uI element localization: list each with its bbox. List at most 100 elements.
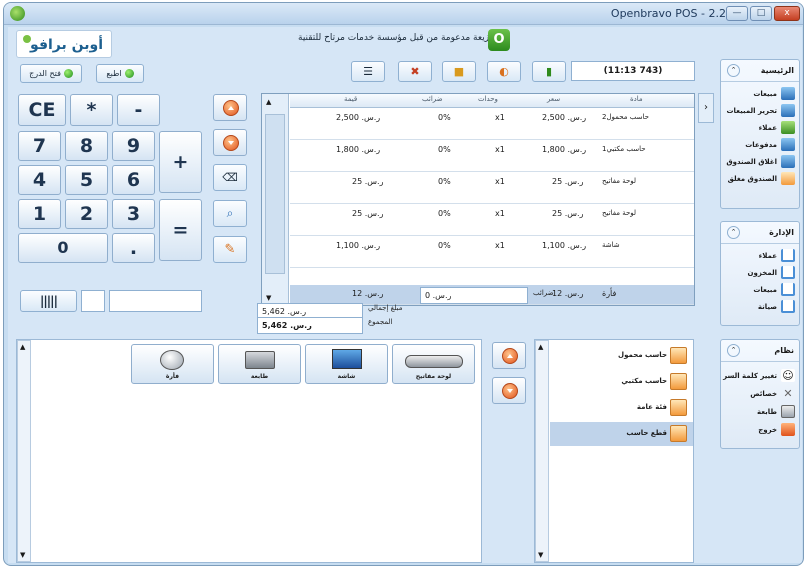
table-row[interactable]: ر.س. 1,800 0% x1 ر.س. 1,800 حاسب مكتبي1	[290, 141, 694, 172]
chevron-up-icon[interactable]: ⌃	[727, 64, 740, 77]
sidebar-system-header[interactable]: ⌃ نظام	[721, 340, 799, 362]
key-7[interactable]: 7	[18, 131, 61, 161]
key-equals[interactable]: =	[159, 199, 202, 261]
category-down-button[interactable]	[492, 377, 526, 404]
sidebar-item-admin-sales[interactable]: مبيعات	[721, 282, 799, 299]
key-multiply[interactable]: *	[70, 94, 113, 126]
sidebar-item-cash-closed[interactable]: الصندوق مغلق	[721, 171, 799, 188]
scroll-up-icon[interactable]: ▲	[20, 343, 25, 351]
key-9[interactable]: 9	[112, 131, 155, 161]
chevron-up-icon[interactable]: ⌃	[727, 226, 740, 239]
edit-pencil-icon[interactable]: ✎	[213, 236, 247, 263]
category-item[interactable]: حاسب محمول	[550, 344, 693, 368]
col-price: سعر	[547, 95, 561, 103]
sidebar-item-customers[interactable]: عملاء	[721, 120, 799, 137]
sidebar-item-exit[interactable]: خروج	[721, 422, 799, 440]
sidebar-item-properties[interactable]: ✕ خصائص	[721, 386, 799, 404]
table-row[interactable]: ر.س. 2,500 0% x1 ر.س. 2,500 حاسب محمول2	[290, 109, 694, 140]
logo-text: أوبن برافو	[30, 37, 103, 53]
scroll-down-icon[interactable]: ▼	[266, 294, 271, 302]
search-icon[interactable]: ⌕	[213, 200, 247, 227]
logo: أوبن برافو	[16, 30, 112, 58]
ticket-scrollbar[interactable]: ▲ ▼	[262, 94, 289, 305]
key-ce[interactable]: CE	[18, 94, 66, 126]
payments-icon	[781, 138, 795, 151]
product-monitor[interactable]: شاشة	[305, 344, 388, 384]
table-row[interactable]: ر.س. 25 0% x1 ر.س. 25 لوحة مفاتيح	[290, 173, 694, 204]
sidebar-item-stock[interactable]: المخزون	[721, 265, 799, 282]
table-row[interactable]: ر.س. 25 0% x1 ر.س. 25 لوحة مفاتيح	[290, 205, 694, 236]
close-button[interactable]: x	[774, 6, 800, 21]
col-units: وحدات	[478, 95, 498, 103]
sidebar-item-sales[interactable]: مبيعات	[721, 86, 799, 103]
table-row[interactable]: ر.س. 1,100 0% x1 ر.س. 1,100 شاشة	[290, 237, 694, 268]
product-label: فأرة	[165, 373, 180, 380]
key-plus[interactable]: +	[159, 131, 202, 193]
barcode-input[interactable]	[109, 290, 202, 312]
key-6[interactable]: 6	[112, 165, 155, 195]
product-keyboard[interactable]: لوحة مفاتيح	[392, 344, 475, 384]
line-down-button[interactable]	[213, 129, 247, 156]
line-up-button[interactable]	[213, 94, 247, 121]
sidebar-item-admin-customers[interactable]: عملاء	[721, 248, 799, 265]
maximize-button[interactable]: □	[750, 6, 772, 21]
key-8[interactable]: 8	[65, 131, 108, 161]
scroll-up-icon[interactable]: ▲	[538, 343, 543, 351]
sidebar-item-maintenance[interactable]: صيانة	[721, 299, 799, 316]
key-4[interactable]: 4	[18, 165, 61, 195]
category-up-button[interactable]	[492, 342, 526, 369]
categories-scrollbar[interactable]: ▲ ▼	[535, 340, 549, 562]
scroll-up-icon[interactable]: ▲	[266, 98, 271, 106]
new-ticket-icon[interactable]: ■	[442, 61, 476, 82]
key-1[interactable]: 1	[18, 199, 61, 229]
quantity-field[interactable]	[81, 290, 105, 312]
sidebar-main-title: الرئيسية	[760, 66, 794, 75]
taxes-label: ضرائب	[533, 289, 554, 297]
products-scrollbar[interactable]: ▲ ▼	[17, 340, 31, 562]
list-icon[interactable]: ☰	[351, 61, 385, 82]
category-label: حاسب مكتبي	[621, 377, 667, 385]
category-item[interactable]: فئة عامة	[550, 396, 693, 420]
sidebar-item-edit-sales[interactable]: تحرير المبيعات	[721, 103, 799, 120]
sidebar-item-printer[interactable]: طابعة	[721, 404, 799, 422]
delete-line-icon[interactable]: ⌫	[213, 164, 247, 191]
scroll-thumb[interactable]	[265, 114, 285, 274]
key-3[interactable]: 3	[112, 199, 155, 229]
category-label: فئة عامة	[636, 403, 667, 411]
sidebar-main-header[interactable]: ⌃ الرئيسية	[721, 60, 799, 82]
key-5[interactable]: 5	[65, 165, 108, 195]
product-mouse[interactable]: فأرة	[131, 344, 214, 384]
print-button[interactable]: اطبع	[96, 64, 144, 83]
key-dot[interactable]: .	[112, 233, 155, 263]
key-2[interactable]: 2	[65, 199, 108, 229]
category-item-selected[interactable]: قطع حاسب	[550, 422, 693, 446]
product-label: شاشة	[337, 373, 356, 380]
delete-ticket-icon[interactable]: ✖	[398, 61, 432, 82]
cash-closed-icon	[781, 172, 795, 185]
sidebar-admin-header[interactable]: ⌃ الإدارة	[721, 222, 799, 244]
key-0[interactable]: 0	[18, 233, 108, 263]
minimize-button[interactable]: —	[726, 6, 748, 21]
ticket-list-icon[interactable]: ▮	[532, 61, 566, 82]
row-units: x1	[495, 113, 505, 122]
sidebar-item-payments[interactable]: مدفوعات	[721, 137, 799, 154]
folder-icon	[781, 249, 795, 262]
scroll-down-icon[interactable]: ▼	[538, 551, 543, 559]
sidebar-item-change-password[interactable]: ☺ تغيير كلمة السر	[721, 368, 799, 386]
key-minus[interactable]: -	[117, 94, 160, 126]
product-printer[interactable]: طابعة	[218, 344, 301, 384]
sidebar-item-close-cash[interactable]: اغلاق الصندوق	[721, 154, 799, 171]
sidebar-item-label: تغيير كلمة السر	[723, 372, 777, 380]
scroll-down-icon[interactable]: ▼	[20, 551, 25, 559]
open-drawer-button[interactable]: فتح الدرج	[20, 64, 82, 83]
split-icon[interactable]: ◐	[487, 61, 521, 82]
category-item[interactable]: حاسب مكتبي	[550, 370, 693, 394]
categories-pane: ▲ ▼ حاسب محمول حاسب مكتبي فئة عامة قطع ح…	[534, 339, 694, 563]
row-value: ر.س. 2,500	[336, 113, 381, 122]
row-value: ر.س. 25	[352, 177, 384, 186]
barcode-icon[interactable]: |||||	[20, 290, 77, 312]
sidebar-item-label: المخزون	[747, 269, 777, 277]
row-units: x1	[495, 177, 505, 186]
chevron-up-icon[interactable]: ⌃	[727, 344, 740, 357]
collapse-sidebar-button[interactable]: ›	[698, 93, 714, 123]
